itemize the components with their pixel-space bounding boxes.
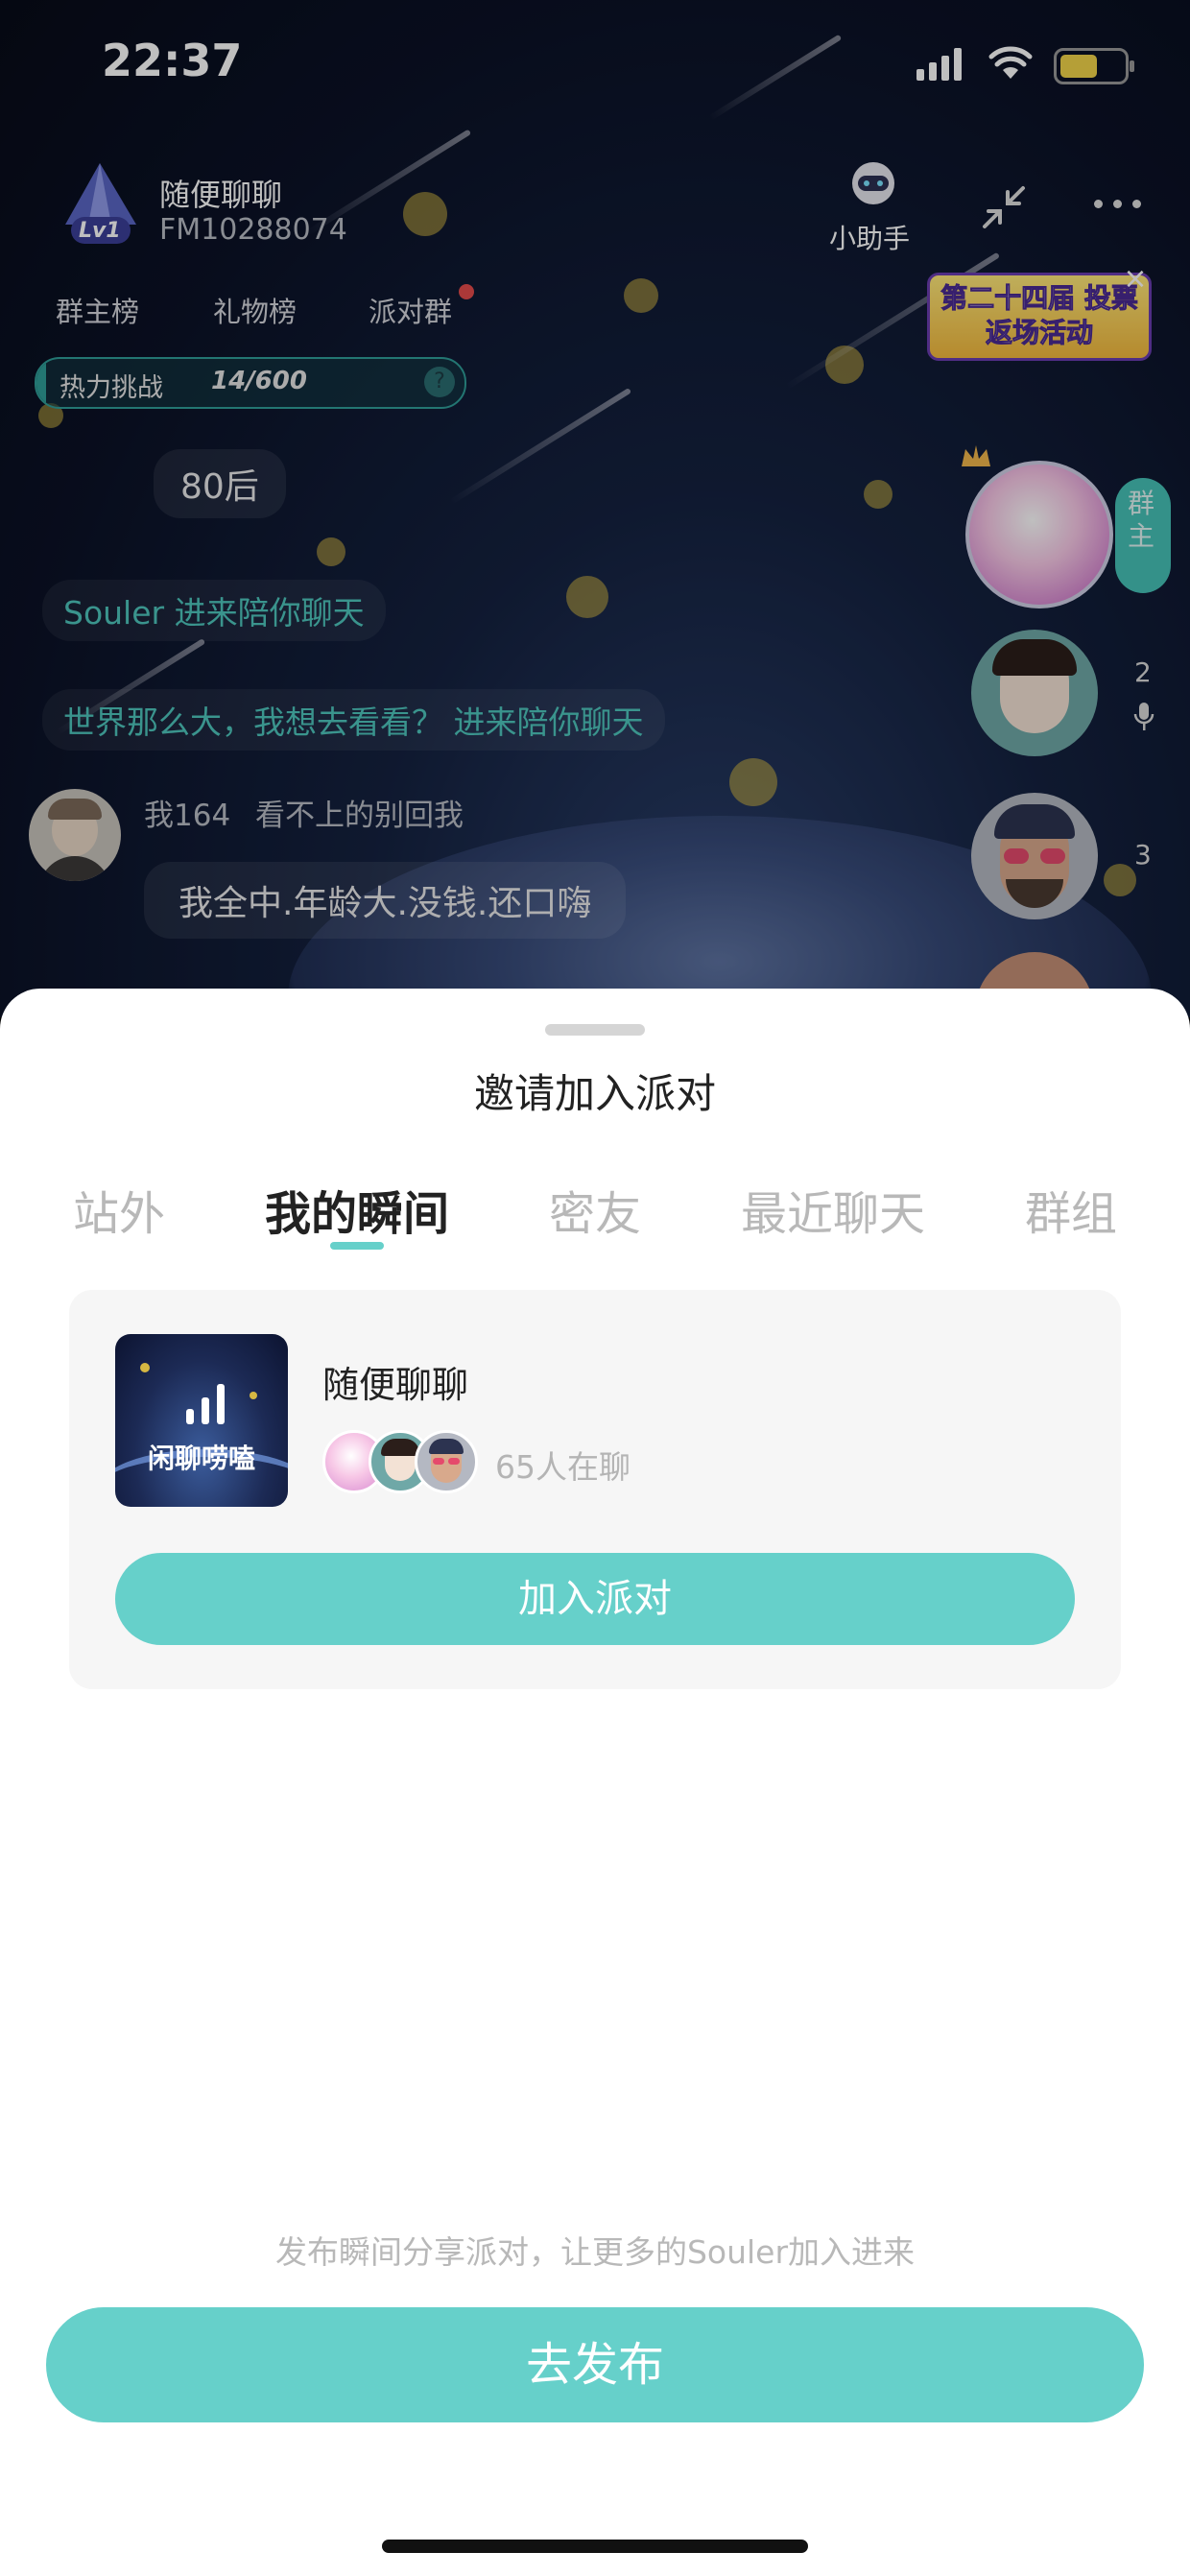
join-party-button[interactable]: 加入派对: [115, 1553, 1075, 1645]
publish-hint: 发布瞬间分享派对，让更多的Souler加入进来: [274, 2233, 916, 2271]
tab-groups[interactable]: 群组: [1025, 1176, 1117, 1243]
tab-external[interactable]: 站外: [73, 1176, 165, 1243]
tab-my-moments[interactable]: 我的瞬间: [265, 1176, 449, 1243]
member-avatar: [415, 1430, 478, 1493]
party-name: 随便聊聊: [322, 1364, 469, 1406]
active-tab-indicator: [330, 1242, 384, 1250]
thumbnail-label: 闲聊唠嗑: [147, 1443, 255, 1474]
tab-close-friends[interactable]: 密友: [549, 1176, 641, 1243]
modal-backdrop[interactable]: [0, 0, 1190, 1017]
audio-bars-icon: [186, 1384, 225, 1424]
sheet-drag-handle[interactable]: [545, 1024, 645, 1036]
home-indicator: [382, 2540, 808, 2553]
member-avatars: [322, 1430, 478, 1493]
tab-recent-chats[interactable]: 最近聊天: [741, 1176, 925, 1243]
publish-button[interactable]: 去发布: [46, 2307, 1144, 2422]
sheet-title: 邀请加入派对: [473, 1070, 716, 1117]
party-thumbnail[interactable]: 闲聊唠嗑: [115, 1334, 288, 1507]
online-count: 65人在聊: [495, 1448, 631, 1486]
